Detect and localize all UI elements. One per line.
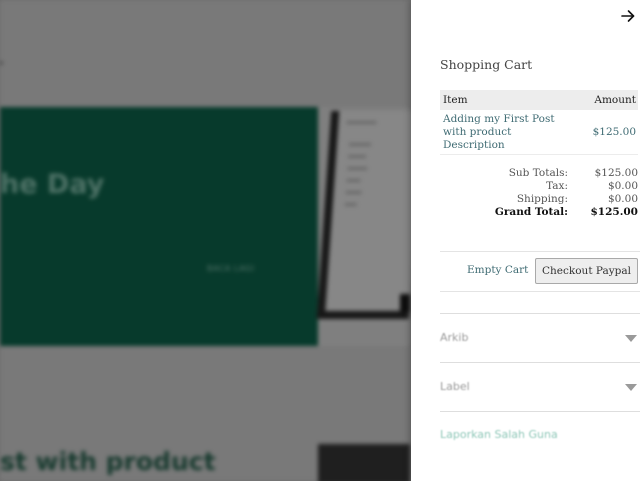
cart-table-header: Item Amount	[440, 90, 638, 110]
viewport: he Day BACA LAGI st with product Shoppin…	[0, 0, 640, 481]
chevron-down-icon[interactable]	[624, 383, 638, 393]
divider	[440, 291, 640, 292]
grand-total-row: Grand Total: $125.00	[440, 206, 638, 219]
tax-label: Tax:	[546, 180, 568, 192]
cart-item-amount: $125.00	[592, 126, 636, 138]
grand-total-value: $125.00	[590, 206, 639, 218]
shopping-cart-drawer: Shopping Cart Item Amount Adding my Firs…	[411, 0, 640, 481]
modal-overlay[interactable]	[0, 0, 411, 481]
cart-table: Item Amount Adding my First Post with pr…	[440, 90, 638, 155]
divider	[440, 411, 640, 412]
divider	[440, 251, 640, 252]
accordion-archive-label[interactable]: Arkib	[440, 331, 468, 344]
report-abuse-link[interactable]: Laporkan Salah Guna	[440, 428, 558, 441]
shipping-row: Shipping: $0.00	[440, 193, 638, 206]
chevron-down-icon[interactable]	[624, 334, 638, 344]
cart-item-name-link[interactable]: Adding my First Post with product Descri…	[443, 113, 558, 152]
column-header-amount: Amount	[594, 94, 636, 106]
checkout-paypal-button[interactable]: Checkout Paypal	[535, 258, 638, 284]
subtotal-row: Sub Totals: $125.00	[440, 167, 638, 180]
arrow-right-icon	[621, 10, 635, 22]
accordion-label-label[interactable]: Label	[440, 380, 470, 393]
subtotal-value: $125.00	[594, 167, 638, 179]
empty-cart-link[interactable]: Empty Cart	[467, 264, 528, 276]
subtotal-label: Sub Totals:	[508, 167, 568, 179]
column-header-item: Item	[443, 94, 468, 106]
shipping-label: Shipping:	[516, 193, 568, 205]
cart-title: Shopping Cart	[440, 57, 533, 72]
grand-total-label: Grand Total:	[494, 206, 568, 218]
tax-row: Tax: $0.00	[440, 180, 638, 193]
tax-value: $0.00	[607, 180, 638, 192]
cart-item-row: Adding my First Post with product Descri…	[440, 110, 638, 155]
divider	[440, 362, 640, 363]
shipping-value: $0.00	[607, 193, 638, 205]
divider	[440, 313, 640, 314]
close-drawer-button[interactable]	[618, 6, 638, 26]
cart-totals: Sub Totals: $125.00 Tax: $0.00 Shipping:…	[440, 167, 638, 219]
